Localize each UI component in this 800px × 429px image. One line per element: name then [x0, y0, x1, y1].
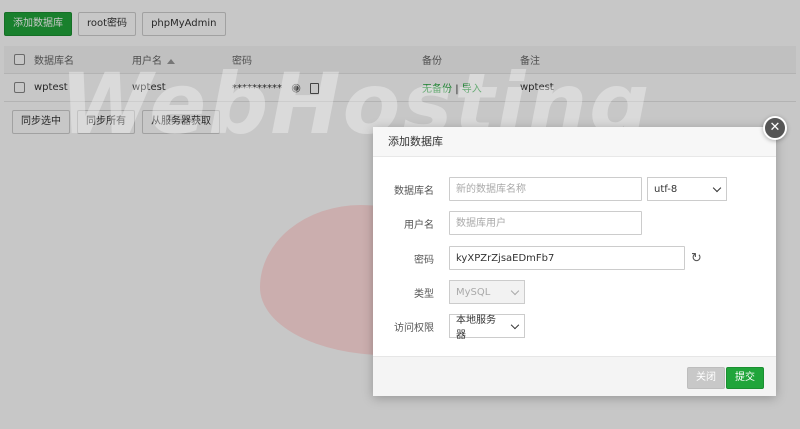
user-name-label: 用户名: [404, 219, 434, 231]
refresh-icon[interactable]: ↻: [691, 251, 702, 266]
close-button[interactable]: 关闭: [687, 367, 725, 389]
chevron-down-icon: [712, 183, 722, 192]
add-database-dialog: 添加数据库 数据库名 utf-8 用户名 密码 ↻ 类型 MySQL 访问权限 …: [373, 127, 776, 396]
access-row: 访问权限 本地服务器: [373, 314, 525, 341]
type-row: 类型 MySQL: [373, 280, 525, 304]
submit-button[interactable]: 提交: [726, 367, 764, 389]
type-select: MySQL: [449, 280, 525, 304]
password-input[interactable]: [449, 246, 685, 270]
chevron-down-icon: [510, 320, 520, 329]
password-label: 密码: [414, 254, 434, 266]
user-name-input[interactable]: [449, 211, 642, 235]
type-label: 类型: [414, 288, 434, 300]
user-name-row: 用户名: [373, 211, 642, 235]
access-select[interactable]: 本地服务器: [449, 314, 525, 341]
db-name-row: 数据库名 utf-8: [373, 177, 727, 201]
db-name-input[interactable]: [449, 177, 642, 201]
type-value: MySQL: [456, 286, 491, 298]
password-row: 密码 ↻: [373, 246, 702, 270]
db-name-label: 数据库名: [394, 185, 434, 197]
close-icon[interactable]: ✕: [763, 116, 787, 140]
access-label: 访问权限: [394, 322, 434, 334]
charset-select[interactable]: utf-8: [647, 177, 727, 201]
charset-value: utf-8: [654, 183, 678, 195]
dialog-title: 添加数据库: [373, 127, 776, 157]
dialog-footer: 关闭 提交: [373, 356, 776, 396]
chevron-down-icon: [510, 286, 520, 295]
access-value: 本地服务器: [456, 315, 496, 341]
